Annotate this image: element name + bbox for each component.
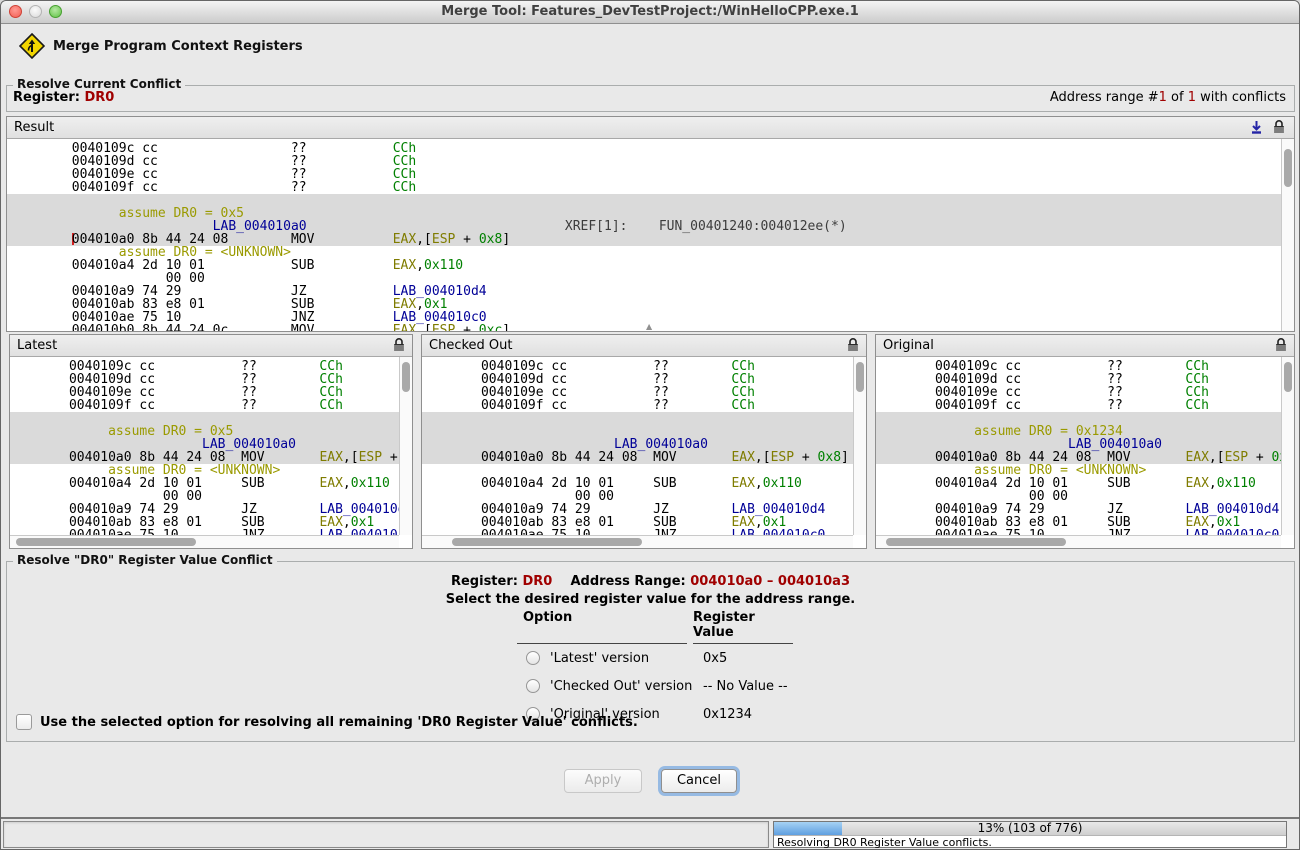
option-radio-1[interactable] [526, 679, 540, 693]
listing-line [422, 412, 853, 425]
option-register-value: 0x5 [693, 651, 727, 666]
option-row: 'Latest' version0x5 [517, 644, 847, 672]
instruction-text: Select the desired register value for th… [7, 592, 1294, 607]
scroll-thumb[interactable] [1284, 149, 1292, 187]
listing-line: 0040109f cc ?? CCh [10, 399, 399, 412]
lock-icon[interactable] [846, 337, 860, 357]
latest-panel-title: Latest [17, 338, 57, 353]
register-label: Register: [13, 90, 80, 105]
cancel-button[interactable]: Cancel [661, 769, 737, 793]
scroll-thumb[interactable] [452, 538, 642, 546]
resolve-register-value-group: Resolve "DR0" Register Value Conflict Re… [6, 561, 1295, 742]
scroll-thumb[interactable] [856, 362, 864, 392]
original-disassembly[interactable]: 0040109c cc ?? CCh 0040109d cc ?? CCh 00… [876, 357, 1281, 535]
lock-icon[interactable] [1274, 337, 1288, 357]
option-row: 'Checked Out' version-- No Value -- [517, 672, 847, 700]
value-column-header: Register Value [693, 608, 793, 644]
checked-out-panel: Checked Out 0040109c cc ?? CCh 0040109d … [421, 334, 867, 549]
original-panel-header: Original [876, 335, 1294, 357]
original-horizontal-scrollbar[interactable] [876, 535, 1281, 548]
window-titlebar[interactable]: Merge Tool: Features_DevTestProject:/Win… [1, 1, 1299, 24]
checked-out-horizontal-scrollbar[interactable] [422, 535, 853, 548]
window-title: Merge Tool: Features_DevTestProject:/Win… [1, 1, 1299, 23]
listing-line: 0040109f cc ?? CCh [876, 399, 1281, 412]
conflict-register-line: Register: DR0 Address Range: 004010a0 – … [7, 574, 1294, 589]
option-register-value: -- No Value -- [693, 679, 788, 694]
status-message-area [3, 821, 769, 848]
latest-vertical-scrollbar[interactable] [399, 357, 412, 535]
checked-out-panel-title: Checked Out [429, 338, 512, 353]
progress-area: 13% (103 of 776) Resolving DR0 Register … [773, 821, 1287, 848]
current-register-line: Register: DR0 [13, 90, 114, 105]
result-panel: Result 0040109c cc ?? [6, 116, 1295, 332]
progress-message: Resolving DR0 Register Value conflicts. [777, 836, 992, 849]
group-title: Resolve "DR0" Register Value Conflict [13, 553, 277, 567]
address-range-label: Address Range: [570, 574, 685, 589]
latest-horizontal-scrollbar[interactable] [10, 535, 399, 548]
address-range-value: 004010a0 – 004010a3 [690, 574, 850, 589]
listing-line: 004010a0 8b 44 24 08 MOV EAX,[ESP + 0x8] [422, 451, 853, 464]
phase-title: Merge Program Context Registers [53, 39, 303, 54]
option-table-header: Option Register Value [517, 608, 847, 644]
scroll-thumb[interactable] [886, 538, 1066, 546]
use-for-all-checkbox[interactable] [16, 714, 32, 730]
result-panel-header: Result [7, 117, 1294, 139]
result-panel-title: Result [14, 120, 54, 135]
listing-line: 0040109f cc ?? CCh [7, 181, 1281, 194]
download-apply-icon[interactable] [1249, 119, 1264, 139]
register-value: DR0 [522, 574, 552, 589]
checked-out-panel-header: Checked Out [422, 335, 866, 357]
checked-out-disassembly[interactable]: 0040109c cc ?? CCh 0040109d cc ?? CCh 00… [422, 357, 853, 535]
scroll-thumb[interactable] [402, 362, 410, 392]
result-listing-body: 0040109c cc ?? CCh 0040109d cc ?? CCh 00… [7, 139, 1294, 331]
result-vertical-scrollbar[interactable] [1281, 139, 1294, 331]
window-minimize-icon[interactable] [29, 5, 42, 18]
group-title: Resolve Current Conflict [13, 77, 185, 91]
merge-tool-window: Merge Tool: Features_DevTestProject:/Win… [0, 0, 1300, 850]
use-for-all-checkbox-row[interactable]: Use the selected option for resolving al… [16, 714, 638, 730]
scroll-thumb[interactable] [1284, 362, 1292, 392]
register-value: DR0 [85, 90, 115, 105]
status-bar-divider [1, 817, 1299, 819]
listing-line: 0040109f cc ?? CCh [422, 399, 853, 412]
original-listing-body: 0040109c cc ?? CCh 0040109d cc ?? CCh 00… [876, 357, 1294, 548]
latest-panel-header: Latest [10, 335, 412, 357]
scroll-thumb[interactable] [16, 538, 196, 546]
option-table: Option Register Value 'Latest' version0x… [517, 608, 847, 728]
option-radio-0[interactable] [526, 651, 540, 665]
window-zoom-icon[interactable] [49, 5, 62, 18]
checked-out-listing-body: 0040109c cc ?? CCh 0040109d cc ?? CCh 00… [422, 357, 866, 548]
latest-listing-body: 0040109c cc ?? CCh 0040109d cc ?? CCh 00… [10, 357, 412, 548]
use-for-all-checkbox-label: Use the selected option for resolving al… [40, 715, 638, 730]
progress-bar: 13% (103 of 776) [774, 822, 1286, 836]
splitter-collapse-icon[interactable]: ▲ [646, 322, 652, 331]
result-disassembly[interactable]: 0040109c cc ?? CCh 0040109d cc ?? CCh 00… [7, 139, 1281, 331]
window-close-icon[interactable] [9, 5, 22, 18]
option-label[interactable]: 'Checked Out' version [550, 679, 693, 694]
checked-out-vertical-scrollbar[interactable] [853, 357, 866, 535]
lock-icon[interactable] [1272, 119, 1286, 139]
apply-button[interactable]: Apply [564, 769, 642, 793]
lock-icon[interactable] [392, 337, 406, 357]
original-panel: Original 0040109c cc ?? CCh 0040109d cc … [875, 334, 1295, 549]
latest-panel: Latest 0040109c cc ?? CCh 0040109d cc ??… [9, 334, 413, 549]
listing-line: 004010b0 8b 44 24 0c MOV EAX,[ESP + 0xc] [7, 324, 1281, 331]
progress-text: 13% (103 of 776) [774, 822, 1286, 835]
register-label: Register: [451, 574, 518, 589]
latest-disassembly[interactable]: 0040109c cc ?? CCh 0040109d cc ?? CCh 00… [10, 357, 399, 535]
option-column-header: Option [517, 608, 687, 644]
resolve-current-conflict-group: Resolve Current Conflict Register: DR0 A… [6, 85, 1295, 112]
merge-program-icon [19, 33, 45, 63]
original-vertical-scrollbar[interactable] [1281, 357, 1294, 535]
address-range-status: Address range #1 of 1 with conflicts [1050, 90, 1286, 105]
original-panel-title: Original [883, 338, 934, 353]
option-label[interactable]: 'Latest' version [550, 651, 693, 666]
option-register-value: 0x1234 [693, 707, 752, 722]
